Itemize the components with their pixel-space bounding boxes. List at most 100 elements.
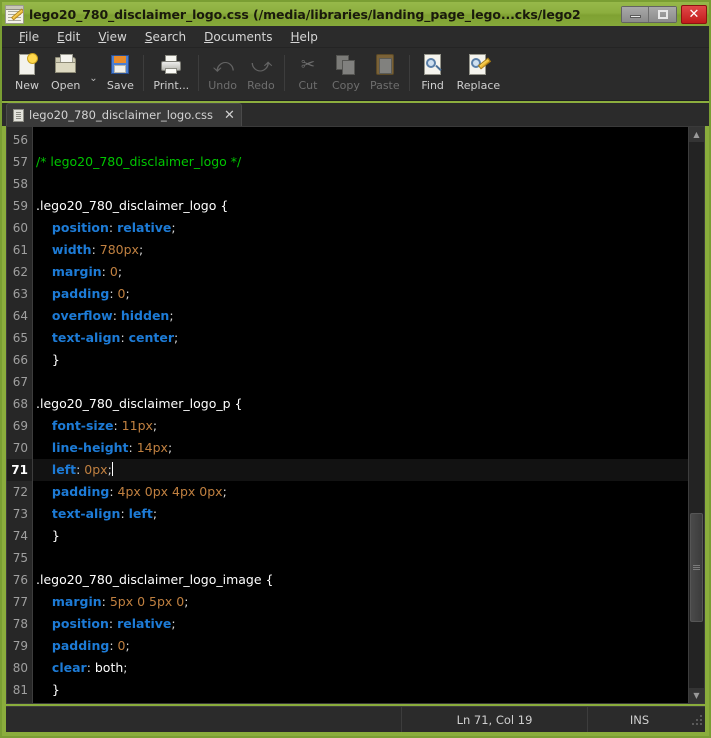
menu-file[interactable]: File xyxy=(10,27,48,47)
resize-grip-icon[interactable] xyxy=(691,714,703,726)
code-line[interactable]: /* lego20_780_disclaimer_logo */ xyxy=(33,151,688,173)
code-token-pun: : xyxy=(109,286,117,301)
menu-edit-mnemonic: E xyxy=(57,30,65,44)
maximize-button[interactable] xyxy=(649,7,676,22)
code-line[interactable]: position: relative; xyxy=(33,613,688,635)
code-line[interactable]: position: relative; xyxy=(33,217,688,239)
code-line[interactable] xyxy=(33,173,688,195)
toolbar: New Open ⌄ Save Print... ⤺ Undo ⤻ Redo ✂ xyxy=(2,48,709,101)
code-token-kw: relative xyxy=(117,616,171,631)
menu-view[interactable]: View xyxy=(89,27,135,47)
code-line[interactable]: clear: both; xyxy=(33,657,688,679)
code-token-pun: : xyxy=(102,594,110,609)
toolbar-copy-button[interactable]: Copy xyxy=(327,52,365,92)
redo-arrow-icon: ⤻ xyxy=(249,53,273,77)
minimize-button[interactable] xyxy=(622,7,649,22)
code-line[interactable]: overflow: hidden; xyxy=(33,305,688,327)
code-text-area[interactable]: /* lego20_780_disclaimer_logo */ .lego20… xyxy=(33,127,688,703)
code-line[interactable]: .lego20_780_disclaimer_logo_image { xyxy=(33,569,688,591)
code-token-pun: : xyxy=(92,242,100,257)
code-line[interactable] xyxy=(33,129,688,151)
clipboard-icon xyxy=(373,53,397,77)
line-number: 57 xyxy=(7,151,32,173)
scroll-down-icon[interactable]: ▼ xyxy=(689,688,704,703)
chevron-down-icon[interactable]: ⌄ xyxy=(85,52,101,92)
text-editor-icon xyxy=(5,5,24,24)
code-token-plain xyxy=(36,308,52,323)
code-line[interactable] xyxy=(33,371,688,393)
toolbar-replace-button[interactable]: Replace xyxy=(452,52,506,92)
code-line[interactable]: } xyxy=(33,679,688,701)
magnifier-page-icon xyxy=(421,53,445,77)
menu-search-label: earch xyxy=(152,30,186,44)
code-line[interactable]: padding: 0; xyxy=(33,283,688,305)
code-line[interactable]: text-align: center; xyxy=(33,327,688,349)
toolbar-print-label: Print... xyxy=(153,79,189,92)
toolbar-open-button[interactable]: Open xyxy=(46,52,85,92)
toolbar-new-button[interactable]: New xyxy=(8,52,46,92)
line-number: 81 xyxy=(7,679,32,701)
code-token-plain: } xyxy=(36,352,60,367)
toolbar-redo-button[interactable]: ⤻ Redo xyxy=(242,52,280,92)
code-line[interactable]: line-height: 14px; xyxy=(33,437,688,459)
code-line[interactable] xyxy=(33,701,688,703)
code-token-prop: padding xyxy=(52,638,109,653)
cursor-position-status: Ln 71, Col 19 xyxy=(401,707,587,732)
menu-edit[interactable]: Edit xyxy=(48,27,89,47)
code-line[interactable]: left: 0px; xyxy=(33,459,688,481)
code-line[interactable]: .lego20_780_disclaimer_logo_p { xyxy=(33,393,688,415)
scroll-track[interactable] xyxy=(689,142,704,688)
code-line[interactable] xyxy=(33,547,688,569)
code-token-num: 4px 0px 4px 0px xyxy=(118,484,223,499)
menu-search[interactable]: Search xyxy=(136,27,195,47)
toolbar-cut-button[interactable]: ✂ Cut xyxy=(289,52,327,92)
menu-documents-mnemonic: D xyxy=(204,30,213,44)
code-token-plain xyxy=(36,462,52,477)
toolbar-paste-label: Paste xyxy=(370,79,400,92)
toolbar-print-button[interactable]: Print... xyxy=(148,52,194,92)
code-line[interactable]: font-size: 11px; xyxy=(33,415,688,437)
menu-documents-label: ocuments xyxy=(213,30,272,44)
menu-documents[interactable]: Documents xyxy=(195,27,281,47)
menu-bar: File Edit View Search Documents Help xyxy=(2,26,709,48)
code-line[interactable]: margin: 5px 0 5px 0; xyxy=(33,591,688,613)
code-line[interactable]: } xyxy=(33,525,688,547)
code-line[interactable]: padding: 0; xyxy=(33,635,688,657)
scroll-thumb[interactable] xyxy=(690,513,703,622)
line-number: 63 xyxy=(7,283,32,305)
line-number-gutter: 5657585960616263646566676869707172737475… xyxy=(7,127,33,703)
close-button[interactable]: ✕ xyxy=(681,5,707,24)
code-line[interactable]: text-align: left; xyxy=(33,503,688,525)
toolbar-save-label: Save xyxy=(107,79,134,92)
line-number: 82 xyxy=(7,701,32,704)
code-token-prop: position xyxy=(52,616,109,631)
menu-help[interactable]: Help xyxy=(282,27,327,47)
toolbar-new-label: New xyxy=(15,79,39,92)
toolbar-separator xyxy=(409,55,410,91)
code-token-pun: ; xyxy=(125,638,129,653)
code-line[interactable]: width: 780px; xyxy=(33,239,688,261)
toolbar-find-button[interactable]: Find xyxy=(414,52,452,92)
tab-lego20-780-disclaimer-logo-css[interactable]: lego20_780_disclaimer_logo.css ✕ xyxy=(6,103,242,126)
code-line[interactable]: .lego20_780_disclaimer_logo { xyxy=(33,195,688,217)
tab-close-icon[interactable]: ✕ xyxy=(224,109,235,122)
line-number: 78 xyxy=(7,613,32,635)
toolbar-paste-button[interactable]: Paste xyxy=(365,52,405,92)
code-token-plain xyxy=(36,264,52,279)
code-line[interactable]: } xyxy=(33,349,688,371)
code-token-pun: ; xyxy=(184,594,188,609)
toolbar-separator xyxy=(284,55,285,91)
code-token-pun: : xyxy=(102,264,110,279)
copy-pages-icon xyxy=(334,53,358,77)
toolbar-undo-button[interactable]: ⤺ Undo xyxy=(203,52,242,92)
code-token-num: 5px 0 5px 0 xyxy=(110,594,184,609)
code-line[interactable]: padding: 4px 0px 4px 0px; xyxy=(33,481,688,503)
editor-vertical-scrollbar[interactable]: ▲ ▼ xyxy=(688,127,704,703)
line-number: 60 xyxy=(7,217,32,239)
title-bar[interactable]: lego20_780_disclaimer_logo.css (/media/l… xyxy=(2,2,709,26)
code-line[interactable]: margin: 0; xyxy=(33,261,688,283)
code-token-pun: : xyxy=(120,330,128,345)
toolbar-save-button[interactable]: Save xyxy=(101,52,139,92)
code-token-prop: width xyxy=(52,242,92,257)
scroll-up-icon[interactable]: ▲ xyxy=(689,127,704,142)
